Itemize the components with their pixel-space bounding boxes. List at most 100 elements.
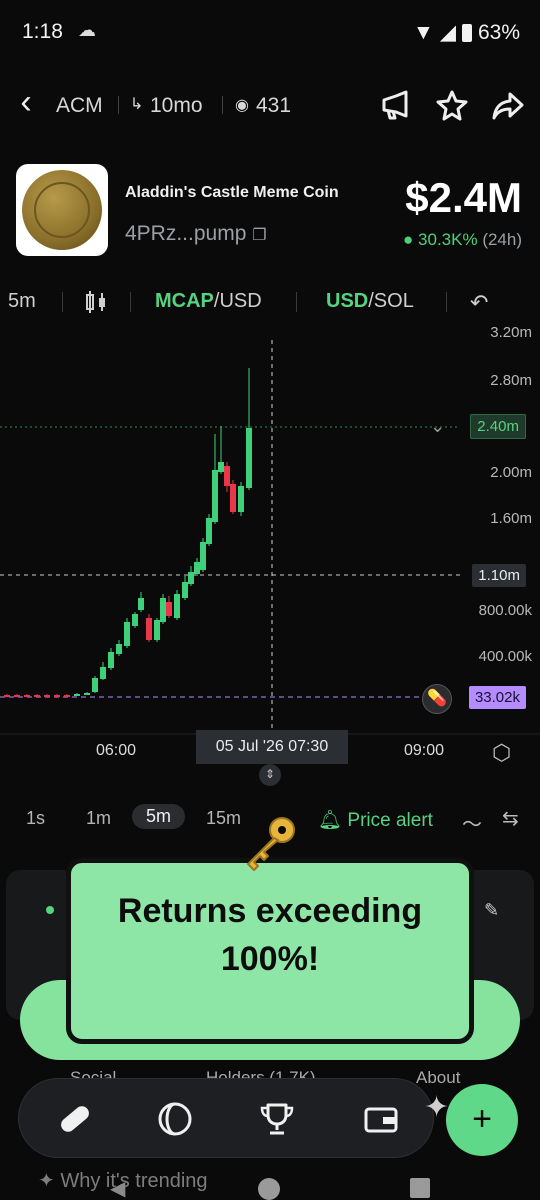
candle	[160, 598, 166, 622]
status-bar: 1:18 ☁ ▼ ◢ 63%	[0, 0, 540, 66]
y-tick: 1.60m	[490, 510, 532, 527]
view-count: 431	[256, 94, 292, 117]
status-time: 1:18	[22, 20, 63, 43]
header-divider	[118, 96, 119, 114]
timeframe-option-active[interactable]: 5m	[132, 804, 186, 829]
candle	[100, 667, 106, 679]
resize-handle-icon[interactable]: ⇕	[259, 764, 281, 786]
copy-icon[interactable]: ❐	[252, 227, 266, 244]
candle	[92, 678, 98, 692]
bottom-nav	[18, 1078, 434, 1158]
system-nav: ◀	[0, 1176, 540, 1200]
candle	[4, 695, 10, 697]
battery-icon	[461, 23, 472, 42]
favorite-button[interactable]	[434, 86, 470, 126]
candle	[24, 695, 30, 697]
crosshair-date-label: 05 Jul '26 07:30	[196, 730, 348, 764]
baseline-price-tag: 33.02k	[468, 686, 526, 709]
price-chart[interactable]: 3.20m 2.80m 2.00m 1.60m 800.00k 400.00k …	[0, 322, 540, 786]
candle	[212, 470, 218, 522]
wifi-icon: ▼	[413, 20, 434, 44]
eye-icon: ◉	[235, 97, 249, 114]
candle	[124, 622, 130, 646]
share-button[interactable]	[490, 86, 526, 126]
token-name: Aladdin's Castle Meme Coin	[125, 184, 339, 201]
candle	[146, 618, 152, 640]
line-chart-icon[interactable]: 〜	[462, 808, 482, 837]
candle	[54, 695, 60, 697]
sliders-icon[interactable]: ⇆	[502, 806, 519, 831]
candle	[138, 598, 144, 610]
candle	[174, 594, 180, 618]
candle	[74, 694, 80, 696]
add-button[interactable]: +	[446, 1084, 518, 1156]
token-info: Aladdin's Castle Meme Coin 4PRz...pump ❐…	[0, 160, 540, 260]
share-arrow-icon	[492, 92, 524, 120]
candle	[64, 695, 70, 697]
sync-icon: ☁	[78, 20, 96, 40]
system-recents-icon[interactable]	[410, 1178, 430, 1198]
x-tick: 09:00	[404, 742, 445, 759]
undo-icon[interactable]: ↶	[470, 290, 488, 316]
promo-overlay-card: Returns exceeding 100%!	[66, 858, 474, 1044]
candle	[34, 695, 40, 697]
candle	[166, 602, 172, 616]
y-tick: 400.00k	[478, 648, 532, 665]
trophy-nav-button[interactable]	[255, 1097, 299, 1141]
megaphone-icon	[382, 90, 408, 120]
system-back-icon[interactable]: ◀	[110, 1176, 125, 1200]
candle	[14, 695, 20, 697]
sprout-icon: ↳	[130, 96, 144, 113]
candlestick-icon[interactable]	[84, 290, 108, 320]
token-logo	[16, 164, 108, 256]
edit-icon[interactable]: ✎	[484, 900, 499, 921]
coin-nav-button[interactable]	[153, 1097, 197, 1141]
candle	[218, 462, 224, 472]
token-address[interactable]: 4PRz...pump ❐	[125, 222, 267, 246]
header-divider	[222, 96, 223, 114]
price-alert-button[interactable]: 🔔︎ Price alert	[318, 808, 433, 832]
pill-icon[interactable]: 💊	[422, 684, 452, 714]
star-icon	[436, 90, 468, 121]
timeframe-option[interactable]: 15m	[206, 808, 241, 829]
back-button[interactable]: ‹	[8, 82, 44, 122]
chart-interval-selector[interactable]: 5m	[8, 290, 36, 313]
usd-sol-toggle[interactable]: USD/SOL	[326, 290, 414, 313]
pill-nav-button[interactable]	[53, 1097, 97, 1141]
trophy-icon	[260, 1103, 294, 1135]
y-tick: 800.00k	[478, 602, 532, 619]
token-age: 10mo	[150, 94, 203, 117]
candle	[238, 486, 244, 512]
candle	[182, 582, 188, 598]
scroll-to-latest-icon[interactable]: ⌄	[430, 416, 445, 437]
key-icon	[238, 812, 302, 876]
token-ticker: ACM	[56, 94, 103, 117]
coin-icon	[158, 1102, 192, 1136]
candlestick-chart[interactable]	[0, 322, 540, 772]
candle	[132, 614, 138, 626]
tab-about[interactable]: About	[416, 1068, 460, 1088]
bell-icon: 🔔︎	[318, 810, 343, 831]
candle	[194, 562, 200, 574]
top-header: ‹ ACM ↳ 10mo ◉ 431	[0, 76, 540, 136]
mcap-usd-toggle[interactable]: MCAP/USD	[155, 290, 262, 313]
current-price-tag: 2.40m	[470, 414, 526, 439]
wallet-nav-button[interactable]	[359, 1097, 403, 1141]
chart-settings-icon[interactable]: ⬡	[492, 740, 511, 766]
timeframe-option[interactable]: 1s	[26, 808, 45, 829]
x-tick: 06:00	[96, 742, 137, 759]
y-tick: 3.20m	[490, 324, 532, 341]
timeframe-option[interactable]: 1m	[86, 808, 111, 829]
candle	[224, 466, 230, 486]
candle	[246, 428, 252, 488]
status-right: ▼ ◢ 63%	[413, 20, 520, 45]
overlay-message: Returns exceeding 100%!	[117, 892, 423, 978]
crosshair-price-tag: 1.10m	[472, 564, 526, 587]
system-home-icon[interactable]	[258, 1178, 280, 1200]
candle	[44, 695, 50, 697]
pill-icon	[61, 1106, 89, 1132]
y-tick: 2.00m	[490, 464, 532, 481]
candle	[200, 542, 206, 570]
megaphone-button[interactable]	[378, 86, 414, 126]
y-tick: 2.80m	[490, 372, 532, 389]
